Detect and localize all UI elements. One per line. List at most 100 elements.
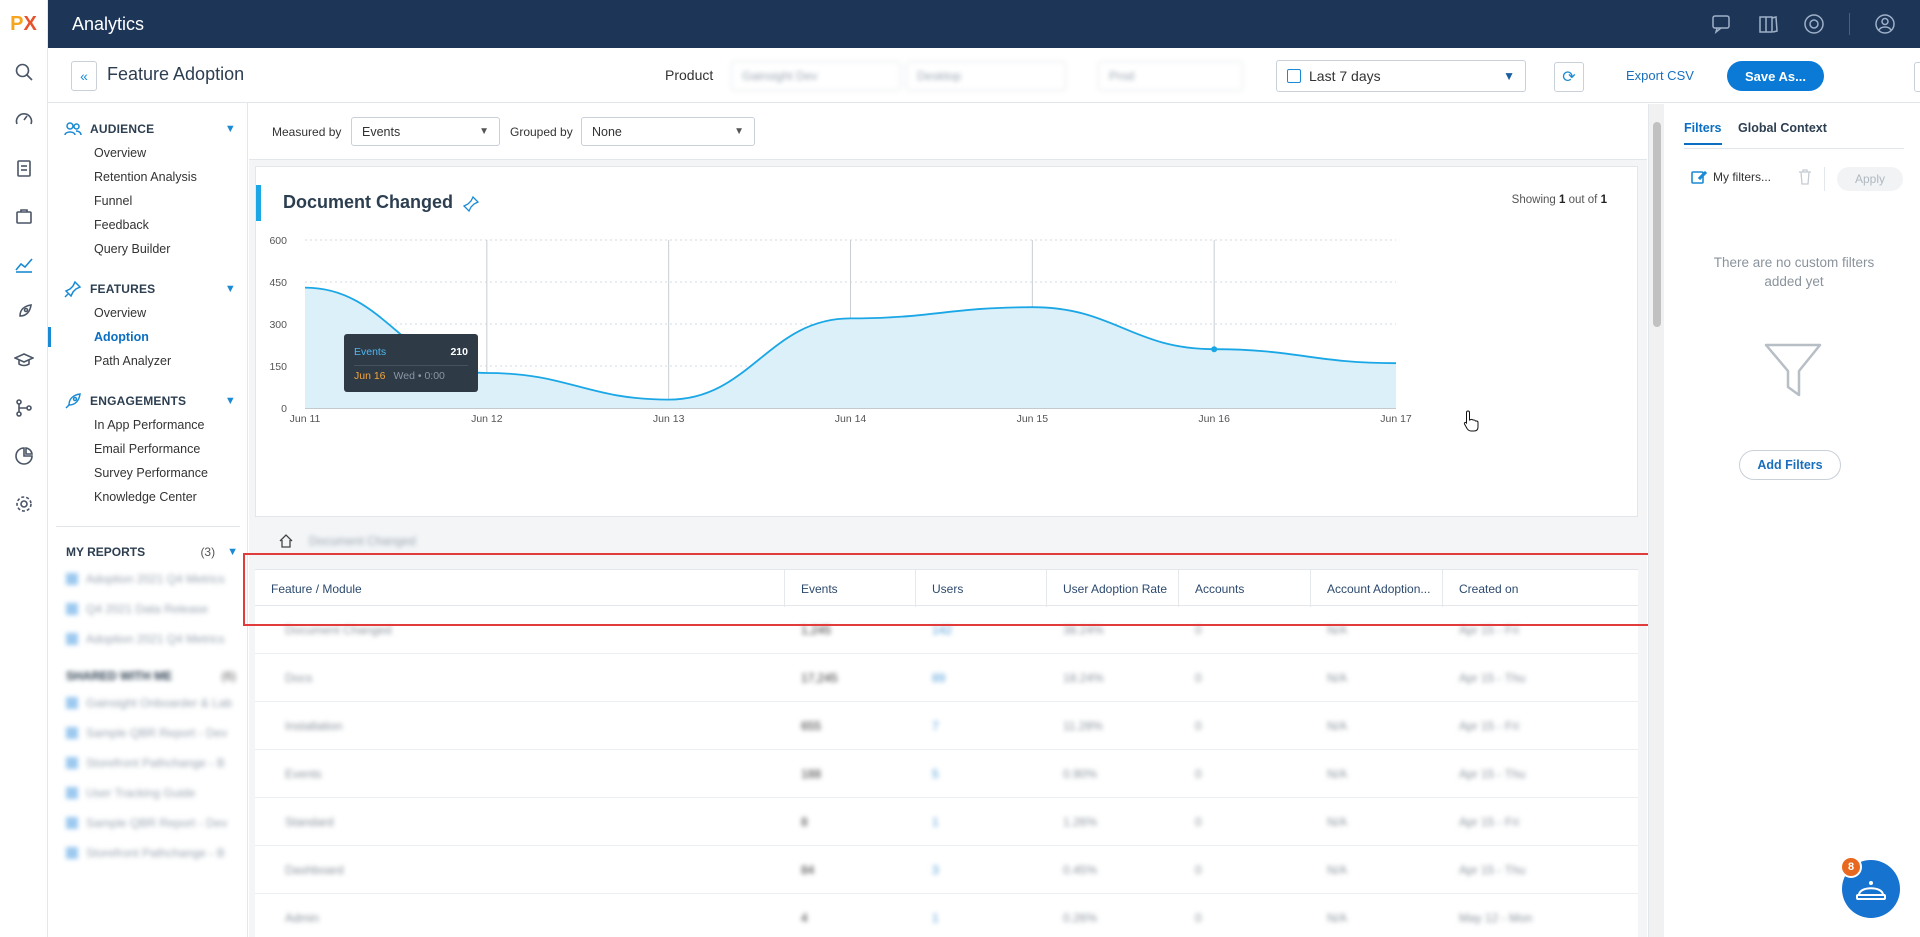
search-icon[interactable] xyxy=(0,48,47,96)
table-row[interactable]: Admin 4 1 0.26% 0 N/A May 12 - Mon xyxy=(255,894,1638,937)
nav-item-features-overview[interactable]: Overview xyxy=(48,301,248,325)
shared-report-item[interactable]: Gainsight Onboarder & Lab xyxy=(48,688,248,718)
table-cell[interactable]: Admin xyxy=(285,911,319,925)
table-row[interactable]: Installation 655 7 11.28% 0 N/A Apr 15 - Fri xyxy=(255,702,1638,750)
scrollbar-thumb[interactable] xyxy=(1653,122,1661,327)
shared-reports-header[interactable]: SHARED WITH ME (6) xyxy=(48,664,248,688)
table-cell: 0.26% xyxy=(1063,911,1098,925)
export-csv-link[interactable]: Export CSV xyxy=(1626,68,1694,83)
settings-gear-icon[interactable] xyxy=(0,480,47,528)
chevron-down-icon: ▼ xyxy=(734,126,744,137)
help-bell-button[interactable]: 8 xyxy=(1840,856,1900,918)
my-filters-button[interactable]: My filters... xyxy=(1691,169,1771,185)
y-tick-label: 300 xyxy=(269,319,287,331)
nav-item-feedback[interactable]: Feedback xyxy=(48,213,248,237)
main-scrollbar[interactable] xyxy=(1648,104,1664,937)
table-cell: 0 xyxy=(1195,815,1202,829)
table-cell: 0 xyxy=(1195,911,1202,925)
channel-select[interactable]: Desktop xyxy=(906,61,1066,91)
table-cell: 188 xyxy=(801,767,822,781)
table-row[interactable]: Dashboard 84 3 0.45% 0 N/A Apr 15 - Thu xyxy=(255,846,1638,894)
add-filters-button[interactable]: Add Filters xyxy=(1739,450,1841,480)
table-cell: 89 xyxy=(932,671,946,685)
pie-chart-icon[interactable] xyxy=(0,432,47,480)
nav-item-retention-analysis[interactable]: Retention Analysis xyxy=(48,165,248,189)
rocket-icon[interactable] xyxy=(0,288,47,336)
table-cell[interactable]: Installation xyxy=(285,719,342,733)
shared-report-item[interactable]: Storefront Pathchange - B xyxy=(48,838,248,868)
nav-item-adoption[interactable]: Adoption xyxy=(48,325,248,349)
report-item[interactable]: Adoption 2021 Q4 Metrics xyxy=(48,624,248,654)
table-row[interactable]: Events 188 5 0.90% 0 N/A Apr 15 - Thu xyxy=(255,750,1638,798)
breadcrumb-current[interactable]: Document Changed xyxy=(309,534,416,548)
nav-header-engagements[interactable]: ENGAGEMENTS ▼ xyxy=(48,389,248,413)
table-cell[interactable]: Standard xyxy=(285,815,334,829)
filter-toggle-button[interactable] xyxy=(1914,62,1920,92)
briefcase-icon[interactable] xyxy=(0,192,47,240)
px-logo[interactable]: PX xyxy=(0,0,47,48)
collapse-sidebar-button[interactable]: « xyxy=(71,61,97,91)
shared-report-item[interactable]: User Tracking Guide xyxy=(48,778,248,808)
x-tick-label: Jun 17 xyxy=(1380,413,1412,425)
breadcrumb: Document Changed xyxy=(279,534,416,548)
table-row[interactable]: Docs 17,245 89 18.24% 0 N/A Apr 15 - Thu xyxy=(255,654,1638,702)
measure-controls: Measured by Events ▼ Grouped by None ▼ xyxy=(249,104,1647,160)
environment-select[interactable]: Prod xyxy=(1098,61,1243,91)
nav-item-email-performance[interactable]: Email Performance xyxy=(48,437,248,461)
refresh-button[interactable]: ⟳ xyxy=(1554,62,1584,92)
nav-item-in-app-performance[interactable]: In App Performance xyxy=(48,413,248,437)
home-icon[interactable] xyxy=(279,534,293,548)
dashboard-gauge-icon[interactable] xyxy=(0,96,47,144)
nav-item-query-builder[interactable]: Query Builder xyxy=(48,237,248,261)
graduation-cap-icon[interactable] xyxy=(0,336,47,384)
table-cell: 7 xyxy=(932,719,939,733)
y-tick-label: 0 xyxy=(281,403,287,415)
save-as-button[interactable]: Save As... xyxy=(1727,61,1824,91)
y-tick-label: 600 xyxy=(269,235,287,247)
clipboard-icon[interactable] xyxy=(0,144,47,192)
measured-by-select[interactable]: Events ▼ xyxy=(351,117,500,146)
shared-report-item[interactable]: Storefront Pathchange - B xyxy=(48,748,248,778)
report-item[interactable]: Adoption 2021 Q4 Metrics xyxy=(48,564,248,594)
apply-button[interactable]: Apply xyxy=(1837,167,1903,191)
pin-icon[interactable] xyxy=(463,196,479,212)
trash-icon[interactable] xyxy=(1798,169,1812,185)
table-cell[interactable]: Events xyxy=(285,767,322,781)
table-cell: 1 xyxy=(932,911,939,925)
table-cell[interactable]: Dashboard xyxy=(285,863,344,877)
calendar-icon xyxy=(1287,69,1301,83)
nav-header-label: FEATURES xyxy=(90,282,156,296)
shared-report-item[interactable]: Sample QBR Report - Dev xyxy=(48,808,248,838)
support-lifebuoy-icon[interactable] xyxy=(1803,13,1825,35)
nav-header-features[interactable]: FEATURES ▼ xyxy=(48,277,248,301)
workflow-icon[interactable] xyxy=(0,384,47,432)
nav-item-knowledge-center[interactable]: Knowledge Center xyxy=(48,485,248,509)
nav-item-funnel[interactable]: Funnel xyxy=(48,189,248,213)
funnel-icon xyxy=(1764,343,1822,397)
tab-filters[interactable]: Filters xyxy=(1684,121,1722,145)
nav-item-audience-overview[interactable]: Overview xyxy=(48,141,248,165)
grouped-by-value: None xyxy=(592,124,622,139)
my-reports-header[interactable]: MY REPORTS (3) ▼ xyxy=(48,540,248,564)
nav-header-audience[interactable]: AUDIENCE ▼ xyxy=(48,117,248,141)
chat-icon[interactable] xyxy=(1711,13,1733,35)
shared-report-item[interactable]: Sample QBR Report - Dev xyxy=(48,718,248,748)
chevron-down-icon: ▼ xyxy=(227,546,238,558)
grouped-by-select[interactable]: None ▼ xyxy=(581,117,755,146)
table-cell: 11.28% xyxy=(1063,719,1103,733)
table-cell[interactable]: Docs xyxy=(285,671,312,685)
analytics-chart-icon[interactable] xyxy=(0,240,47,288)
book-icon[interactable] xyxy=(1757,13,1779,35)
table-row[interactable]: Standard 8 1 1.26% 0 N/A Apr 15 - Fri xyxy=(255,798,1638,846)
product-select[interactable]: Gainsight Dev xyxy=(731,61,901,91)
nav-item-survey-performance[interactable]: Survey Performance xyxy=(48,461,248,485)
divider xyxy=(56,526,240,527)
measured-by-value: Events xyxy=(362,124,401,139)
user-profile-icon[interactable] xyxy=(1874,13,1896,35)
date-range-value: Last 7 days xyxy=(1309,68,1381,84)
report-item[interactable]: Q4 2021 Data Release xyxy=(48,594,248,624)
date-range-select[interactable]: Last 7 days ▼ xyxy=(1276,60,1526,92)
tooltip-date: Jun 16 xyxy=(354,370,386,382)
tab-global-context[interactable]: Global Context xyxy=(1738,121,1827,135)
nav-item-path-analyzer[interactable]: Path Analyzer xyxy=(48,349,248,373)
